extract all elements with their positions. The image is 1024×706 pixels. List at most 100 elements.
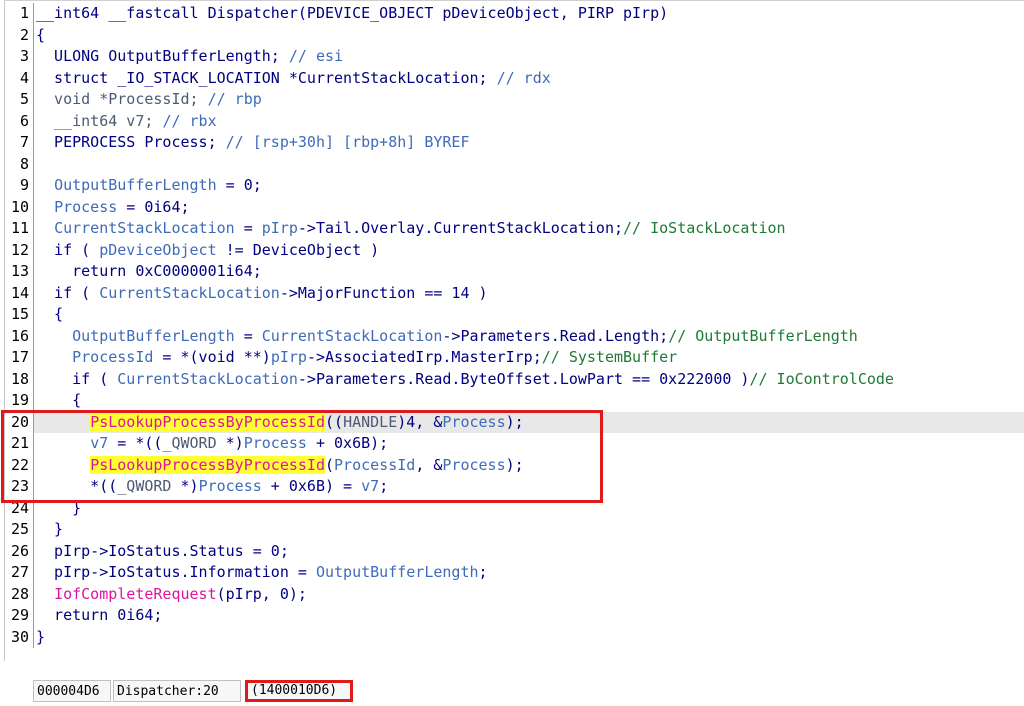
code-token: ULONG OutputBufferLength; [36,47,289,65]
code-token[interactable]: CurrentStackLocation [54,219,235,237]
code-token: return 0i64; [36,606,163,624]
code-line[interactable]: { [34,390,1024,412]
code-line[interactable]: if ( pDeviceObject != DeviceObject ) [34,240,1024,262]
code-token: { [36,305,64,323]
line-number: 2 [19,25,29,44]
code-line[interactable]: void *ProcessId; // rbp [34,89,1024,111]
code-line[interactable]: return 0xC0000001i64; [34,261,1024,283]
code-token: if ( [36,283,100,302]
line-number: 3 [19,47,29,65]
code-line[interactable]: if ( CurrentStackLocation->Parameters.Re… [34,369,1024,391]
code-token: ->Parameters.Read.ByteOffset.LowPart == … [297,369,750,388]
code-line[interactable]: pIrp->IoStatus.Information = OutputBuffe… [34,562,1024,584]
line-number: 26 [10,541,29,560]
code-token[interactable]: // [rsp+30h] [rbp+8h] BYREF [226,133,470,151]
code-token[interactable]: pDeviceObject [99,241,216,259]
line-number: 27 [10,563,29,581]
code-token: struct _IO_STACK_LOCATION *CurrentStackL… [36,68,497,87]
function-name[interactable]: IofCompleteRequest [54,585,217,603]
code-token[interactable]: OutputBufferLength [316,563,479,581]
code-token[interactable]: // esi [289,47,343,65]
code-token[interactable]: CurrentStackLocation [262,327,443,345]
code-token: pIrp->IoStatus.Status = 0; [36,541,289,560]
code-comment: // OutputBufferLength [668,326,858,345]
code-token: __int64 __fastcall Dispatcher(PDEVICE_OB… [36,4,669,22]
code-token[interactable]: pIrp [262,219,298,237]
pseudocode-view[interactable]: 1 2 3 4 5 6 7 8 9 10 11 12 13 14 15 16 17 18 19 20 21 22 23 24 2… [1,0,1024,661]
code-line[interactable]: { [34,304,1024,326]
code-area[interactable]: __int64 __fastcall Dispatcher(PDEVICE_OB… [33,3,1024,648]
code-token[interactable]: CurrentStackLocation [99,284,280,302]
code-line[interactable]: __int64 __fastcall Dispatcher(PDEVICE_OB… [34,3,1024,25]
code-token: if ( [36,369,118,388]
code-comment: // SystemBuffer [541,348,678,366]
line-number: 10 [10,197,29,216]
code-line[interactable]: pIrp->IoStatus.Status = 0; [34,541,1024,563]
code-token: ->AssociatedIrp.MasterIrp; [306,348,542,366]
line-number: 16 [10,326,29,345]
code-line[interactable]: __int64 v7; // rbx [34,111,1024,133]
code-token[interactable]: Process [54,198,117,216]
code-line[interactable]: { [34,25,1024,47]
line-number: 1 [19,4,29,22]
code-line[interactable]: } [34,519,1024,541]
line-number: 11 [10,219,29,237]
line-number: 13 [10,262,29,280]
code-token: (pIrp, 0); [216,584,307,603]
code-line[interactable]: } [34,627,1024,649]
code-line[interactable]: ProcessId = *(void **)pIrp->AssociatedIr… [34,347,1024,369]
code-line[interactable] [34,154,1024,176]
code-line[interactable]: struct _IO_STACK_LOCATION *CurrentStackL… [34,68,1024,90]
line-number: 5 [19,90,29,108]
code-line[interactable]: IofCompleteRequest(pIrp, 0); [34,584,1024,606]
code-token: PEPROCESS Process; [36,133,226,151]
code-token[interactable]: ProcessId [72,348,153,366]
line-number: 9 [19,176,29,194]
line-number: 4 [19,68,29,87]
code-comment: // IoControlCode [749,369,894,388]
line-number: 28 [10,584,29,603]
code-token[interactable]: OutputBufferLength [54,176,217,194]
status-address: (1400010D6) [245,680,353,702]
code-line[interactable]: OutputBufferLength = CurrentStackLocatio… [34,326,1024,348]
line-number-gutter: 1 2 3 4 5 6 7 8 9 10 11 12 13 14 15 16 17 18 19 20 21 22 23 24 2… [5,3,33,648]
code-token[interactable]: OutputBufferLength [72,327,235,345]
code-token: pIrp->IoStatus.Information = [36,563,316,581]
code-token: if ( [36,240,100,259]
line-number: 18 [10,369,29,388]
status-location: Dispatcher:20 [113,680,241,702]
code-line[interactable]: return 0i64; [34,605,1024,627]
code-token[interactable]: // rbx [162,112,216,130]
code-token: ; [478,563,488,581]
line-number: 17 [10,348,29,366]
code-token: = [234,219,262,237]
line-number: 25 [10,520,29,538]
code-token[interactable]: pIrp [271,348,307,366]
code-line[interactable]: PEPROCESS Process; // [rsp+30h] [rbp+8h]… [34,132,1024,154]
code-token: } [36,520,64,538]
code-token[interactable]: CurrentStackLocation [117,370,298,388]
line-number: 7 [19,133,29,151]
code-line[interactable]: ULONG OutputBufferLength; // esi [34,46,1024,68]
line-number: 15 [10,305,29,323]
line-number: 30 [10,627,29,646]
code-line[interactable]: Process = 0i64; [34,197,1024,219]
code-token[interactable]: // rdx [497,69,551,87]
code-line[interactable]: OutputBufferLength = 0; [34,175,1024,197]
line-number: 8 [19,154,29,173]
highlight-box-lines-20-23 [1,410,603,503]
status-offset: 000004D6 [33,680,111,702]
status-bar: 000004D6 Dispatcher:20 (1400010D6) [33,680,1014,702]
code-token: != DeviceObject ) [216,240,380,259]
code-line[interactable]: CurrentStackLocation = pIrp->Tail.Overla… [34,218,1024,240]
code-line[interactable]: if ( CurrentStackLocation->MajorFunction… [34,283,1024,305]
code-token: void *ProcessId; [36,90,208,108]
code-comment: // IoStackLocation [623,219,786,237]
code-token: ->Tail.Overlay.CurrentStackLocation; [297,219,624,237]
code-token[interactable]: // rbp [208,90,262,108]
line-number: 19 [10,391,29,409]
code-token: = [234,326,262,345]
